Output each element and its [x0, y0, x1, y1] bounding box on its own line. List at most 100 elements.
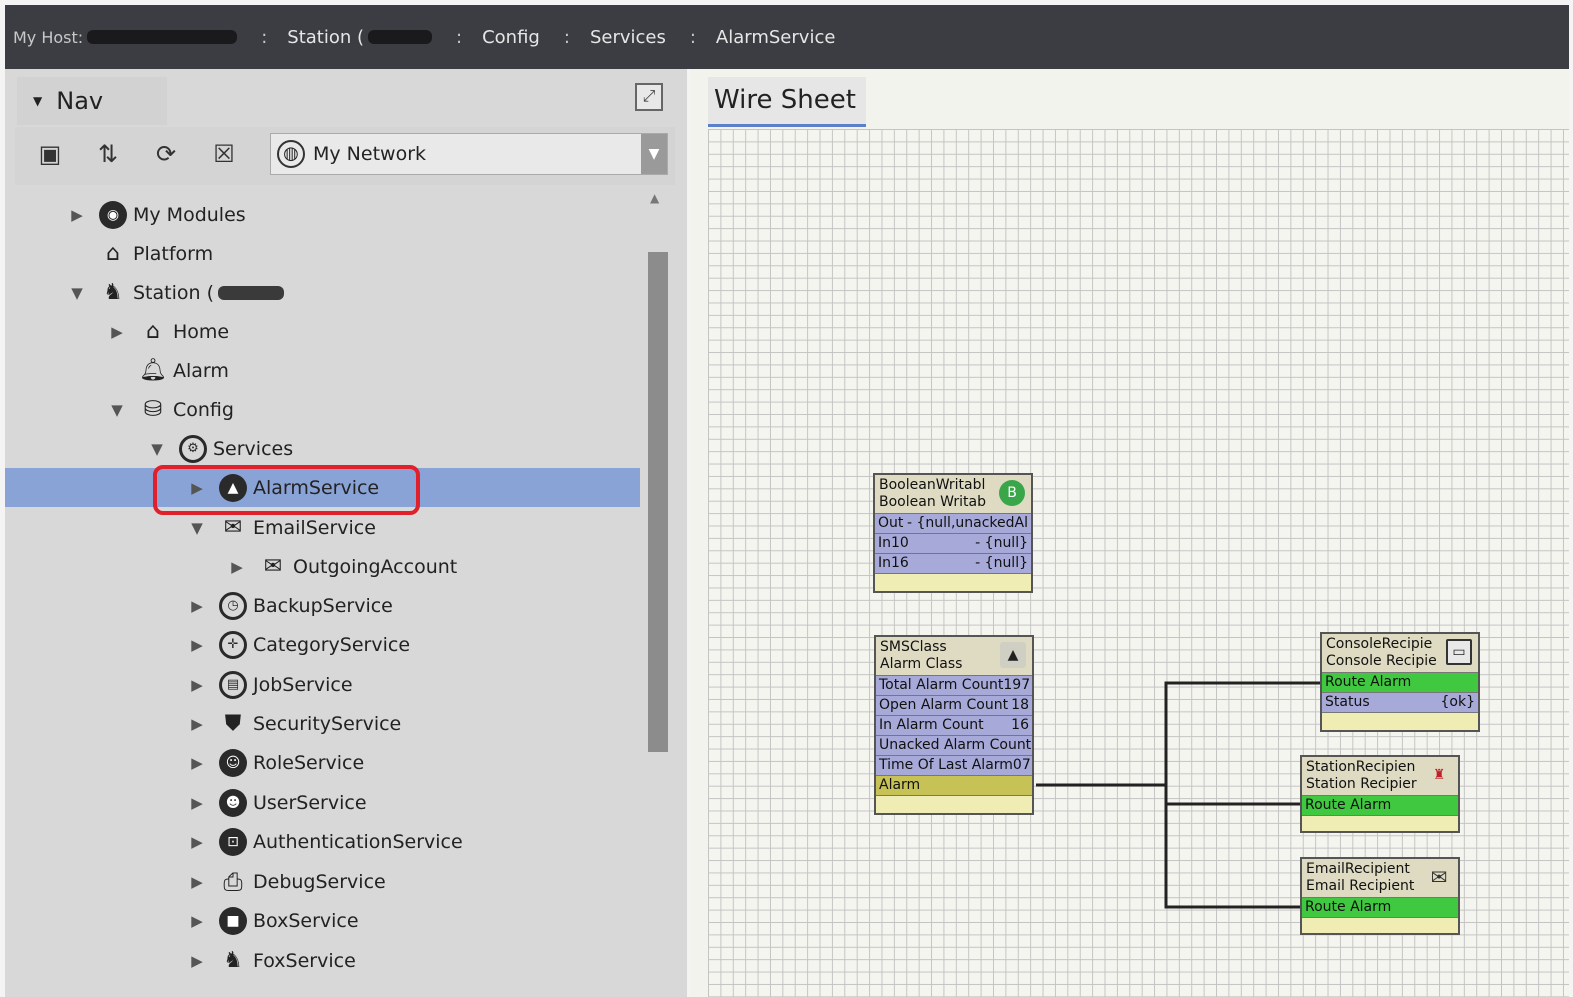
expand-arrow-icon[interactable]: ▶: [187, 833, 207, 851]
slot-name: Route Alarm: [1305, 899, 1392, 915]
outgoing-mail-icon: ✉: [263, 554, 283, 579]
home-icon: ⌂: [146, 319, 160, 344]
tree-item-label: Station (: [133, 281, 215, 304]
close-icon[interactable]: ☒: [207, 137, 241, 171]
slot-time-of-last-alarm[interactable]: Time Of Last Alarm 07: [876, 756, 1032, 776]
scroll-up-icon[interactable]: ▲: [650, 191, 666, 207]
tree-item-foxservice[interactable]: ▶ ♞ FoxService: [5, 941, 640, 980]
expand-arrow-icon[interactable]: ▶: [187, 952, 207, 970]
nav-scrollbar[interactable]: [648, 252, 668, 752]
expand-arrow-icon[interactable]: ▶: [187, 912, 207, 930]
slot-route-alarm[interactable]: Route Alarm: [1302, 796, 1458, 816]
tree-item-my-modules[interactable]: ▶ ◉ My Modules: [5, 195, 640, 234]
slot-in16[interactable]: In16 - {null}: [875, 554, 1031, 574]
slot-route-alarm[interactable]: Route Alarm: [1322, 673, 1478, 693]
nav-toolbar: ▣ ⇅ ⟳ ☒ ◍ My Network ▼: [15, 127, 675, 185]
tree-item-userservice[interactable]: ▶ ☻ UserService: [5, 783, 640, 822]
tree-item-alarm[interactable]: 🔔︎ Alarm: [5, 351, 640, 390]
nav-header[interactable]: ▼ Nav: [17, 77, 167, 125]
tree-item-authenticationservice[interactable]: ▶ ⊡ AuthenticationService: [5, 822, 640, 861]
tree-item-roleservice[interactable]: ▶ ☺ RoleService: [5, 743, 640, 782]
block-footer: [875, 574, 1031, 591]
tree-item-platform[interactable]: ⌂ Platform: [5, 234, 640, 273]
breadcrumb-separator: :: [563, 26, 570, 48]
slot-out[interactable]: Out - {null,unackedAl: [875, 514, 1031, 534]
fox-icon: ♞: [223, 948, 243, 973]
network-select[interactable]: ◍ My Network ▼: [270, 133, 668, 175]
dropdown-arrow-icon[interactable]: ▼: [641, 134, 667, 174]
scrollbar-thumb[interactable]: [648, 252, 668, 752]
expand-arrow-icon[interactable]: ▶: [187, 794, 207, 812]
new-folder-icon[interactable]: ▣: [33, 137, 67, 171]
collapse-caret-icon[interactable]: ▼: [33, 94, 42, 108]
slot-name: Time Of Last Alarm: [879, 757, 1013, 773]
expand-arrow-icon[interactable]: ▶: [187, 597, 207, 615]
email-recipient-block[interactable]: EmailRecipient Email Recipient ✉ Route A…: [1300, 857, 1460, 935]
backup-icon: ◷: [219, 591, 247, 620]
collapse-arrow-icon[interactable]: ▼: [147, 440, 167, 458]
expand-arrow-icon[interactable]: ▶: [107, 323, 127, 341]
collapse-arrow-icon[interactable]: ▼: [187, 519, 207, 537]
refresh-icon[interactable]: ⟳: [149, 137, 183, 171]
sort-icon[interactable]: ⇅: [91, 137, 125, 171]
tree-item-outgoingaccount[interactable]: ▶ ✉ OutgoingAccount: [5, 547, 640, 586]
sms-class-block[interactable]: SMSClass Alarm Class ▲ Total Alarm Count…: [874, 635, 1034, 815]
tree-item-home[interactable]: ▶ ⌂ Home: [5, 312, 640, 351]
expand-arrow-icon[interactable]: ▶: [227, 558, 247, 576]
collapse-arrow-icon[interactable]: ▼: [67, 284, 87, 302]
tree-item-boxservice[interactable]: ▶ ■ BoxService: [5, 901, 640, 940]
boolean-writable-block[interactable]: BooleanWritabl Boolean Writab B Out - {n…: [873, 473, 1033, 593]
slot-name: Unacked Alarm Count: [879, 737, 1032, 753]
expand-arrow-icon[interactable]: ▶: [187, 715, 207, 733]
breadcrumb-station[interactable]: : Station (: [237, 17, 433, 57]
slot-status[interactable]: Status {ok}: [1322, 693, 1478, 713]
expand-arrow-icon[interactable]: ▶: [187, 873, 207, 891]
tree-item-label: SecurityService: [253, 712, 402, 735]
lock-icon: ⊡: [219, 827, 247, 856]
slot-value: - {null}: [975, 555, 1028, 571]
user-icon: ☻: [219, 788, 247, 817]
slot-in-alarm-count[interactable]: In Alarm Count 16: [876, 716, 1032, 736]
expand-arrow-icon[interactable]: ▶: [187, 636, 207, 654]
breadcrumb-config[interactable]: : Config: [432, 17, 540, 57]
tree-item-backupservice[interactable]: ▶ ◷ BackupService: [5, 586, 640, 625]
slot-route-alarm[interactable]: Route Alarm: [1302, 898, 1458, 918]
slot-in10[interactable]: In10 - {null}: [875, 534, 1031, 554]
tree-item-securityservice[interactable]: ▶ ⛊ SecurityService: [5, 704, 640, 743]
breadcrumb-host[interactable]: My Host:: [13, 17, 238, 57]
breadcrumb-station-label: Station (: [287, 26, 365, 48]
expand-arrow-icon[interactable]: ▶: [187, 754, 207, 772]
slot-name: Status: [1325, 694, 1370, 710]
redacted-station: [218, 285, 285, 300]
boolean-badge-icon: B: [999, 480, 1025, 506]
tree-item-categoryservice[interactable]: ▶ ✛ CategoryService: [5, 625, 640, 664]
tree-item-label: Platform: [133, 242, 214, 265]
app-window: { "breadcrumb": { "host_label": "My Host…: [0, 0, 1573, 997]
tree-item-debugservice[interactable]: ▶ ⎙ DebugService: [5, 862, 640, 901]
slot-total-alarm-count[interactable]: Total Alarm Count 197: [876, 676, 1032, 696]
breadcrumb-services[interactable]: : Services: [540, 17, 666, 57]
role-icon: ☺: [219, 748, 247, 777]
station-antenna-icon: ♜: [1432, 766, 1446, 783]
collapse-arrow-icon[interactable]: ▼: [107, 401, 127, 419]
tree-item-station[interactable]: ▼ ♞ Station (: [5, 273, 640, 312]
console-recipient-block[interactable]: ConsoleRecipie Console Recipie ▭ Route A…: [1320, 632, 1480, 732]
station-recipient-block[interactable]: StationRecipien Station Recipier ♜ Route…: [1300, 755, 1460, 833]
slot-value: 197: [1003, 677, 1031, 693]
maximize-icon[interactable]: ⤢: [635, 83, 663, 111]
tree-item-config[interactable]: ▼ ⛁ Config: [5, 390, 640, 429]
link-sms-to-station: [1164, 785, 1302, 806]
slot-value: 18: [1011, 697, 1029, 713]
tree-item-services[interactable]: ▼ ⚙ Services: [5, 429, 640, 468]
slot-name: Total Alarm Count: [879, 677, 1004, 693]
expand-arrow-icon[interactable]: ▶: [187, 676, 207, 694]
slot-open-alarm-count[interactable]: Open Alarm Count 18: [876, 696, 1032, 716]
tree-item-jobservice[interactable]: ▶ ▤ JobService: [5, 665, 640, 704]
network-select-value: My Network: [313, 143, 427, 165]
expand-arrow-icon[interactable]: ▶: [67, 206, 87, 224]
slot-alarm[interactable]: Alarm: [876, 776, 1032, 796]
monitor-icon: ▭: [1446, 639, 1472, 665]
host-label: My Host:: [13, 27, 84, 47]
breadcrumb-alarmservice[interactable]: : AlarmService: [666, 17, 836, 57]
slot-unacked-alarm-count[interactable]: Unacked Alarm Count: [876, 736, 1032, 756]
